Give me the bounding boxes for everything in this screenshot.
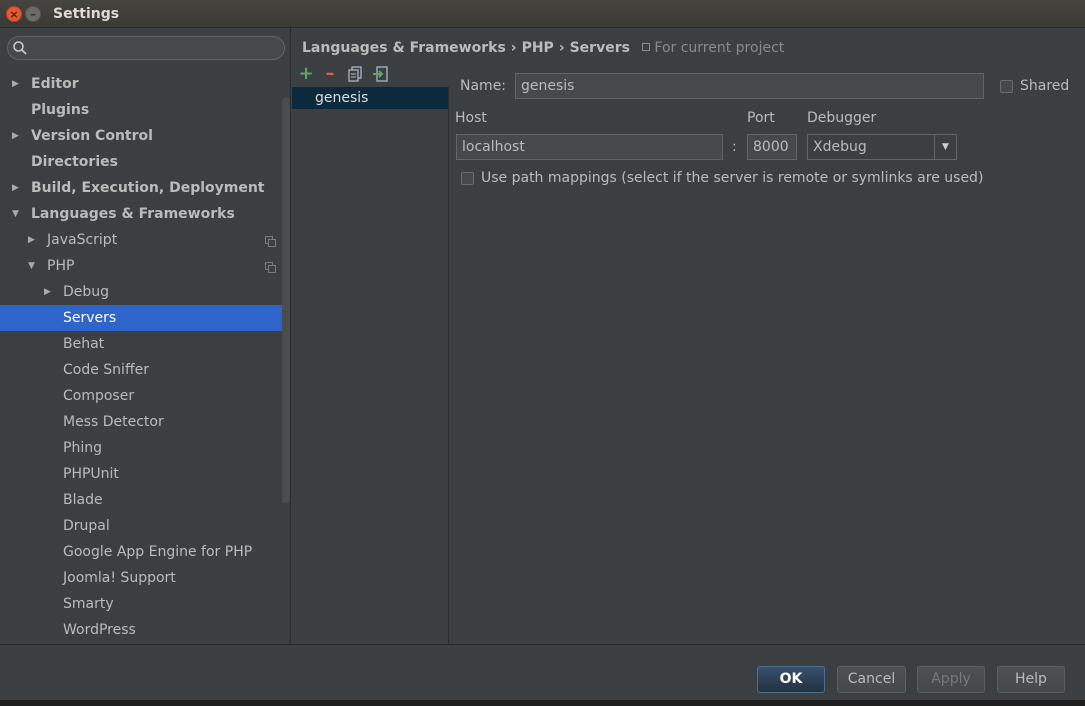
breadcrumb-separator: › [558, 40, 565, 56]
tree-item[interactable]: Google App Engine for PHP [0, 539, 290, 565]
tree-item[interactable]: Composer [0, 383, 290, 409]
help-button[interactable]: Help [997, 666, 1065, 693]
add-server-icon[interactable]: + [296, 64, 316, 84]
tree-item[interactable]: Plugins [0, 97, 290, 123]
tree-item[interactable]: ▶ JavaScript [0, 227, 290, 253]
tree-item[interactable]: Smarty [0, 591, 290, 617]
tree-item-label: Phing [63, 440, 102, 456]
tree-item-label: Drupal [63, 518, 110, 534]
name-field[interactable]: genesis [515, 73, 984, 99]
tree-item[interactable]: Code Sniffer [0, 357, 290, 383]
tree-item-label: Directories [31, 154, 118, 170]
tree-item[interactable]: WordPress [0, 617, 290, 643]
chevron-right-icon[interactable]: ▶ [12, 123, 24, 149]
breadcrumb-item: PHP [521, 40, 554, 56]
cancel-button[interactable]: Cancel [837, 666, 906, 693]
shared-label: Shared [1020, 78, 1070, 94]
sidebar-scrollbar[interactable] [282, 98, 290, 503]
search-input[interactable] [7, 36, 285, 60]
chevron-right-icon[interactable]: ▶ [28, 227, 40, 253]
tree-item[interactable]: ▼ PHP [0, 253, 290, 279]
ok-button[interactable]: OK [757, 666, 825, 693]
debugger-label: Debugger [807, 110, 877, 126]
title-bar: × – Settings [0, 0, 1085, 28]
tree-item-label: Composer [63, 388, 135, 404]
remove-server-icon[interactable]: – [320, 64, 340, 84]
tree-item-label: WordPress [63, 622, 136, 638]
project-scope-icon [642, 43, 651, 51]
taskbar-strip [0, 700, 1085, 706]
breadcrumb-item: Languages & Frameworks [302, 40, 506, 56]
close-icon[interactable]: × [6, 6, 22, 22]
minimize-icon[interactable]: – [25, 6, 41, 22]
server-form: Name: genesis Shared Host Port Debugger … [450, 64, 1085, 644]
tree-item-label: Smarty [63, 596, 114, 612]
chevron-down-icon[interactable]: ▼ [934, 135, 956, 159]
import-server-icon[interactable] [370, 64, 390, 84]
tree-item-label: Plugins [31, 102, 90, 118]
project-scope-icon [265, 262, 276, 273]
chevron-right-icon[interactable]: ▶ [12, 71, 24, 97]
settings-tree: ▶ Editor Plugins ▶ Version Control Directorie… [0, 71, 290, 643]
debugger-value: Xdebug [813, 139, 867, 155]
server-item-genesis[interactable]: genesis [292, 87, 448, 109]
host-label: Host [455, 110, 487, 126]
tree-item-label: PHPUnit [63, 466, 119, 482]
chevron-down-icon[interactable]: ▼ [28, 253, 40, 279]
tree-item-label: JavaScript [47, 232, 118, 248]
tree-item[interactable]: ▶ Build, Execution, Deployment [0, 175, 290, 201]
tree-item[interactable]: Servers [0, 305, 290, 331]
tree-item[interactable]: ▼ Languages & Frameworks [0, 201, 290, 227]
search-icon [13, 41, 27, 55]
tree-item[interactable]: Phing [0, 435, 290, 461]
port-label: Port [747, 110, 775, 126]
tree-item-label: Code Sniffer [63, 362, 149, 378]
tree-item[interactable]: ▶ Editor [0, 71, 290, 97]
port-field[interactable]: 8000 [747, 134, 797, 160]
name-label: Name: [460, 78, 507, 94]
tree-item-label: Behat [63, 336, 105, 352]
settings-sidebar: ▶ Editor Plugins ▶ Version Control Directorie… [0, 28, 291, 644]
tree-item-label: Build, Execution, Deployment [31, 180, 265, 196]
tree-item-label: Blade [63, 492, 103, 508]
tree-item[interactable]: ▶ Version Control [0, 123, 290, 149]
tree-item[interactable]: ▶ Debug [0, 279, 290, 305]
breadcrumb-separator: › [510, 40, 517, 56]
tree-item-label: Google App Engine for PHP [63, 544, 253, 560]
tree-item-label: Joomla! Support [63, 570, 176, 586]
tree-item-label: Languages & Frameworks [31, 206, 235, 222]
chevron-down-icon[interactable]: ▼ [12, 201, 24, 227]
tree-item[interactable]: Drupal [0, 513, 290, 539]
tree-item-label: Version Control [31, 128, 153, 144]
apply-button[interactable]: Apply [917, 666, 985, 693]
tree-item-label: Mess Detector [63, 414, 164, 430]
breadcrumb-item: Servers [569, 40, 630, 56]
tree-item[interactable]: Joomla! Support [0, 565, 290, 591]
breadcrumb: Languages & Frameworks › PHP › Servers For c… [302, 40, 784, 56]
shared-checkbox[interactable] [1000, 80, 1013, 93]
tree-item-label: Editor [31, 76, 79, 92]
dialog-footer: OK Cancel Apply Help [0, 644, 1085, 700]
path-mappings-label: Use path mappings (select if the server … [481, 170, 984, 186]
project-scope-icon [265, 236, 276, 247]
scope-label: For current project [654, 40, 785, 56]
tree-item[interactable]: PHPUnit [0, 461, 290, 487]
window-title: Settings [53, 6, 120, 22]
tree-item[interactable]: Mess Detector [0, 409, 290, 435]
tree-item-label: Servers [63, 310, 117, 326]
tree-item[interactable]: Blade [0, 487, 290, 513]
server-list: genesis [292, 87, 449, 644]
chevron-right-icon[interactable]: ▶ [12, 175, 24, 201]
host-port-colon: : [732, 139, 737, 155]
tree-item-label: Debug [63, 284, 110, 300]
host-field[interactable]: localhost [456, 134, 723, 160]
debugger-select[interactable]: Xdebug ▼ [807, 134, 957, 160]
tree-item[interactable]: Directories [0, 149, 290, 175]
tree-item-label: PHP [47, 258, 75, 274]
copy-server-icon[interactable] [345, 64, 365, 84]
chevron-right-icon[interactable]: ▶ [44, 279, 56, 305]
path-mappings-checkbox[interactable] [461, 172, 474, 185]
tree-item[interactable]: Behat [0, 331, 290, 357]
